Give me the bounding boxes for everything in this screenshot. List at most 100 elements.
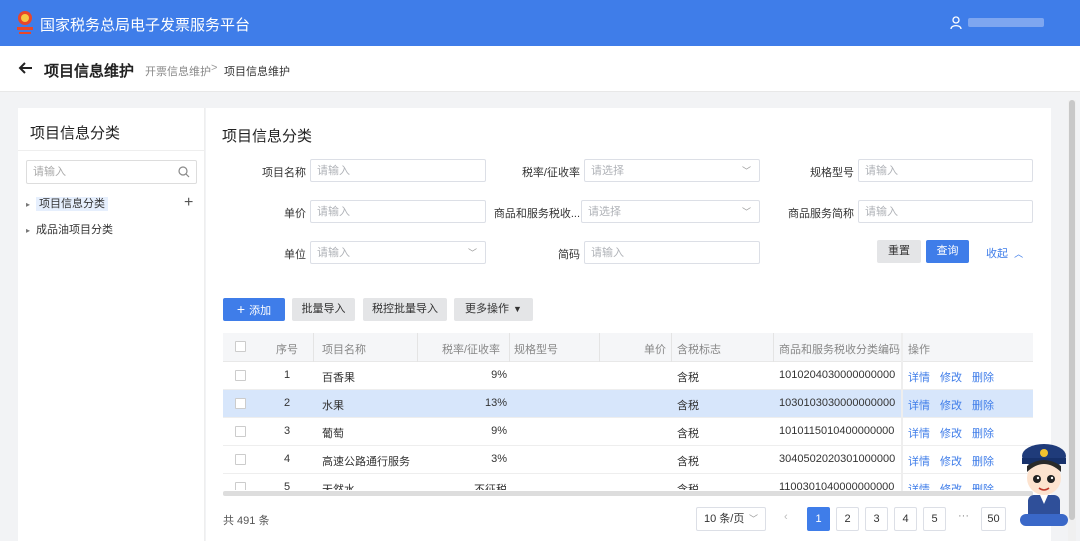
page-button[interactable]: 2 (836, 507, 859, 531)
tax-control-batch-import-button[interactable]: 税控批量导入 (363, 298, 447, 321)
prev-page-icon[interactable]: ‹ (784, 511, 788, 523)
column-header-tax-code: 商品和服务税收分类编码 (779, 344, 900, 356)
row-rate: 9% (491, 369, 507, 381)
app-title: 国家税务总局电子发票服务平台 (40, 17, 251, 34)
add-category-icon[interactable]: + (184, 194, 193, 212)
detail-link[interactable]: 详情 (908, 397, 930, 413)
edit-link[interactable]: 修改 (940, 481, 962, 490)
row-tax-code: 3040502020301000000 (779, 453, 896, 465)
row-name: 葡萄 (322, 428, 344, 440)
chevron-down-icon: ﹀ (741, 207, 751, 217)
unit-label: 单位 (284, 249, 306, 261)
short-name-input[interactable] (865, 201, 1013, 222)
short-name-label: 商品服务简称 (788, 208, 854, 220)
tree-item-project-category[interactable]: ▸ 项目信息分类 (26, 195, 108, 211)
unit-price-input[interactable] (317, 201, 465, 222)
row-checkbox[interactable] (235, 454, 246, 465)
reset-button[interactable]: 重置 (877, 240, 921, 263)
detail-link[interactable]: 详情 (908, 425, 930, 441)
sidebar-search-input[interactable] (33, 161, 173, 183)
page-size-select[interactable]: 10 条/页 ﹀ (696, 507, 766, 531)
row-tax-flag: 含税 (677, 428, 699, 440)
page-button[interactable]: 1 (807, 507, 830, 531)
caret-right-icon[interactable]: ▸ (26, 200, 36, 209)
column-header-actions: 操作 (908, 344, 930, 356)
plus-icon: + (236, 301, 246, 317)
total-count: 共 491 条 (223, 515, 270, 527)
collapse-link[interactable]: 收起 ︿ (986, 245, 1023, 261)
column-separator (417, 333, 418, 362)
row-tax-code: 1030103030000000000 (779, 397, 896, 409)
user-name[interactable] (968, 18, 1044, 27)
spec-model-input[interactable] (865, 160, 1013, 181)
row-checkbox[interactable] (235, 370, 246, 381)
abbr-input[interactable] (591, 242, 739, 263)
row-no: 3 (284, 425, 291, 437)
tax-rate-input[interactable] (591, 160, 739, 181)
tax-assistant-mascot-icon[interactable] (1016, 440, 1072, 528)
page-button[interactable]: 3 (865, 507, 888, 531)
delete-link[interactable]: 删除 (972, 453, 994, 469)
row-rate: 13% (484, 397, 507, 409)
edit-link[interactable]: 修改 (940, 369, 962, 385)
caret-right-icon[interactable]: ▸ (26, 226, 36, 235)
row-tax-flag: 含税 (677, 372, 699, 384)
category-sidebar: 项目信息分类 ▸项目信息分类 + ▸成品油项目分类 (18, 108, 205, 541)
edit-link[interactable]: 修改 (940, 453, 962, 469)
item-name-field (310, 159, 486, 182)
row-rate: 不征税 (474, 484, 507, 490)
table-row[interactable]: 3 葡萄 9% 含税 1010115010400000000 详情 修改 删除 (223, 418, 1033, 446)
spec-model-label: 规格型号 (810, 167, 854, 179)
item-name-input[interactable] (317, 160, 465, 181)
edit-link[interactable]: 修改 (940, 425, 962, 441)
tax-code-input[interactable] (588, 201, 739, 222)
tax-rate-select[interactable]: ﹀ (584, 159, 760, 182)
tree-item-oil-category[interactable]: ▸ 成品油项目分类 (26, 221, 113, 237)
row-checkbox[interactable] (235, 426, 246, 437)
row-checkbox[interactable] (235, 398, 246, 409)
detail-link[interactable]: 详情 (908, 453, 930, 469)
row-tax-flag: 含税 (677, 400, 699, 412)
query-button[interactable]: 查询 (926, 240, 969, 263)
delete-link[interactable]: 删除 (972, 397, 994, 413)
select-all-checkbox[interactable] (235, 341, 246, 352)
table-row[interactable]: 1 百香果 9% 含税 1010204030000000000 详情 修改 删除 (223, 362, 1033, 390)
horizontal-scrollbar[interactable] (223, 491, 1033, 496)
delete-link[interactable]: 删除 (972, 369, 994, 385)
add-button-label: 添加 (249, 305, 272, 317)
search-icon[interactable] (178, 166, 190, 178)
delete-link[interactable]: 删除 (972, 481, 994, 490)
pagination-ellipsis[interactable]: ··· (958, 510, 969, 522)
table-row[interactable]: 5 天然水 不征税 含税 1100301040000000000 详情 修改 删… (223, 474, 1033, 490)
unit-input[interactable] (317, 242, 465, 263)
table-row[interactable]: 2 水果 13% 含税 1030103030000000000 详情 修改 删除 (223, 390, 1033, 418)
user-icon[interactable] (950, 16, 962, 30)
row-checkbox[interactable] (235, 482, 246, 490)
page-button-last[interactable]: 50 (981, 507, 1006, 531)
detail-link[interactable]: 详情 (908, 369, 930, 385)
add-button[interactable]: + 添加 (223, 298, 285, 321)
short-name-field (858, 200, 1033, 223)
table-row[interactable]: 4 高速公路通行服务 3% 含税 3040502020301000000 详情 … (223, 446, 1033, 474)
breadcrumb-item[interactable]: 开票信息维护 (145, 63, 211, 79)
item-name-label: 项目名称 (262, 167, 306, 179)
detail-link[interactable]: 详情 (908, 481, 930, 490)
batch-import-button[interactable]: 批量导入 (292, 298, 355, 321)
page-button[interactable]: 4 (894, 507, 917, 531)
column-separator (599, 333, 600, 362)
abbr-field (584, 241, 760, 264)
delete-link[interactable]: 删除 (972, 425, 994, 441)
tax-code-select[interactable]: ﹀ (581, 200, 760, 223)
unit-select[interactable]: ﹀ (310, 241, 486, 264)
row-name: 天然水 (322, 484, 355, 490)
row-no: 4 (284, 453, 291, 465)
page-button[interactable]: 5 (923, 507, 946, 531)
back-arrow-icon[interactable] (18, 60, 34, 76)
tree-item-label: 项目信息分类 (36, 197, 108, 211)
row-rate: 3% (491, 453, 507, 465)
tax-rate-label: 税率/征收率 (521, 167, 580, 179)
sidebar-title: 项目信息分类 (30, 125, 121, 142)
table-header: 序号 项目名称 税率/征收率 规格型号 单价 含税标志 商品和服务税收分类编码 … (223, 333, 1033, 362)
edit-link[interactable]: 修改 (940, 397, 962, 413)
more-actions-button[interactable]: 更多操作 ▼ (454, 298, 533, 321)
